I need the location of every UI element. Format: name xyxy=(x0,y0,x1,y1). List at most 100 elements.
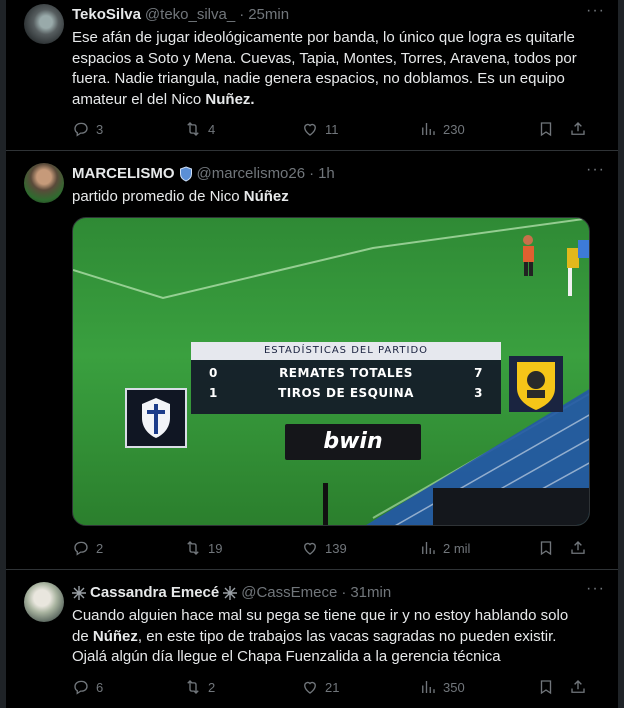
views-button[interactable]: 350 xyxy=(419,678,537,696)
retweet-count: 2 xyxy=(208,679,216,695)
like-icon xyxy=(304,681,316,694)
like-button[interactable]: 11 xyxy=(301,120,419,138)
tweet-text-line: de Núñez, en este tipo de trabajos las v… xyxy=(72,627,598,648)
avatar[interactable] xyxy=(24,163,64,203)
reply-icon xyxy=(74,541,88,556)
timeline-feed: TekoSilva @teko_silva_ · 25min ··· Ese a… xyxy=(0,0,624,708)
tweet-text: partido promedio de Nico Núñez xyxy=(72,187,598,208)
stat-label: REMATES TOTALES xyxy=(279,366,413,380)
tweet-text-line: fuera. Nadie triangula, nadie genera esp… xyxy=(72,70,565,87)
tweet-header: TekoSilva @teko_silva_ · 25min xyxy=(72,6,578,23)
views-count: 350 xyxy=(443,679,465,695)
user-handle[interactable]: @marcelismo26 xyxy=(197,165,306,182)
tweet-media-image[interactable]: ESTADÍSTICAS DEL PARTIDO 0 REMATES TOTAL… xyxy=(72,217,590,526)
retweet-icon xyxy=(187,680,199,694)
tweet-header: Cassandra Emecé @CassEmece · 31min xyxy=(72,584,578,601)
retweet-count: 4 xyxy=(208,121,216,137)
retweet-button[interactable]: 19 xyxy=(184,539,301,557)
like-button[interactable]: 139 xyxy=(301,539,419,557)
like-count: 139 xyxy=(325,540,347,556)
views-count: 2 mil xyxy=(443,540,471,556)
display-name[interactable]: MARCELISMO xyxy=(72,165,175,182)
stat-right-value: 3 xyxy=(474,386,483,400)
more-icon[interactable]: ··· xyxy=(586,162,604,183)
reply-icon xyxy=(74,680,88,695)
share-button[interactable] xyxy=(569,539,589,557)
separator-dot: · xyxy=(309,165,315,182)
tweet-text-line: Ese afán de jugar ideológicamente por ba… xyxy=(72,29,575,46)
retweet-icon xyxy=(187,122,199,136)
reply-button[interactable]: 3 xyxy=(72,120,184,138)
tweet-text-line: espacios a Soto y Mena. Cuevas, Tapia, M… xyxy=(72,49,577,67)
action-bar: 2 19 139 2 mil xyxy=(72,538,604,558)
share-icon xyxy=(571,541,585,554)
tweet-text: Cuando alguien hace mal su pega se tiene… xyxy=(72,606,598,668)
like-count: 21 xyxy=(325,679,340,695)
more-icon[interactable]: ··· xyxy=(586,581,604,602)
display-name[interactable]: Cassandra Emecé xyxy=(90,584,219,601)
stat-right-value: 7 xyxy=(474,366,483,380)
user-handle[interactable]: @teko_silva_ xyxy=(145,6,235,23)
reply-icon xyxy=(74,122,88,137)
like-icon xyxy=(304,542,316,555)
stat-row: 1 TIROS DE ESQUINA 3 xyxy=(191,386,501,406)
tweet-text-fragment: partido promedio de Nico xyxy=(72,188,244,205)
timestamp[interactable]: 31min xyxy=(350,584,391,601)
views-button[interactable]: 230 xyxy=(419,120,537,138)
like-button[interactable]: 21 xyxy=(301,678,419,696)
stat-label: TIROS DE ESQUINA xyxy=(278,386,414,400)
like-icon xyxy=(304,123,316,136)
bookmark-button[interactable] xyxy=(537,678,569,696)
tweet-text-fragment: , en este tipo de trabajos las vacas sag… xyxy=(137,627,557,645)
views-count: 230 xyxy=(443,121,465,137)
sparkle-icon xyxy=(72,585,86,600)
timestamp[interactable]: 1h xyxy=(318,165,335,182)
share-button[interactable] xyxy=(569,678,589,696)
retweet-button[interactable]: 4 xyxy=(184,120,301,138)
sparkle-icon xyxy=(223,585,238,600)
views-icon xyxy=(422,123,435,135)
bookmark-button[interactable] xyxy=(537,539,569,557)
scoreboard-title: ESTADÍSTICAS DEL PARTIDO xyxy=(191,342,501,360)
separator-dot: · xyxy=(341,584,347,601)
tweet[interactable]: TekoSilva @teko_silva_ · 25min ··· Ese a… xyxy=(6,0,618,151)
stat-row: 0 REMATES TOTALES 7 xyxy=(191,366,501,386)
avatar[interactable] xyxy=(24,4,64,44)
bookmark-icon xyxy=(540,541,552,556)
tweet-text-line: amateur el del Nico Nuñez. xyxy=(72,90,598,111)
bookmark-button[interactable] xyxy=(537,120,569,138)
bookmark-icon xyxy=(540,680,552,695)
reply-button[interactable]: 2 xyxy=(72,539,184,557)
more-icon[interactable]: ··· xyxy=(586,3,604,24)
tweet[interactable]: MARCELISMO @marcelismo26 · 1h ··· partid… xyxy=(6,151,618,570)
sponsor-logo: bwin xyxy=(285,424,421,460)
retweet-icon xyxy=(187,541,199,555)
shield-badge-icon xyxy=(179,165,192,182)
retweet-button[interactable]: 2 xyxy=(184,678,301,696)
reply-count: 6 xyxy=(96,679,104,695)
tweet-text-fragment: de xyxy=(72,627,93,645)
action-bar: 6 2 21 350 xyxy=(72,677,604,697)
timestamp[interactable]: 25min xyxy=(248,6,289,23)
user-handle[interactable]: @CassEmece xyxy=(241,584,337,601)
share-icon xyxy=(571,122,585,135)
share-icon xyxy=(571,680,585,693)
tweet-text-fragment: amateur el del Nico xyxy=(72,90,206,108)
views-icon xyxy=(422,681,435,693)
share-button[interactable] xyxy=(569,120,589,138)
tweet-text: Ese afán de jugar ideológicamente por ba… xyxy=(72,28,598,110)
avatar[interactable] xyxy=(24,582,64,622)
tweet-text-line: partido promedio de Nico Núñez xyxy=(72,187,598,208)
team-crest-left xyxy=(125,388,187,448)
views-icon xyxy=(422,542,435,554)
like-count: 11 xyxy=(325,121,339,137)
reply-button[interactable]: 6 xyxy=(72,678,184,696)
tweet-text-bold: Núñez xyxy=(92,627,138,645)
tweet[interactable]: Cassandra Emecé @CassEmece · 31min ··· C… xyxy=(6,570,618,708)
retweet-count: 19 xyxy=(208,540,223,556)
bookmark-icon xyxy=(540,122,552,137)
views-button[interactable]: 2 mil xyxy=(419,539,537,557)
display-name[interactable]: TekoSilva xyxy=(72,6,141,23)
tweet-text-bold: Nuñez. xyxy=(205,90,255,108)
tweet-text-line: Cuando alguien hace mal su pega se tiene… xyxy=(72,607,569,624)
